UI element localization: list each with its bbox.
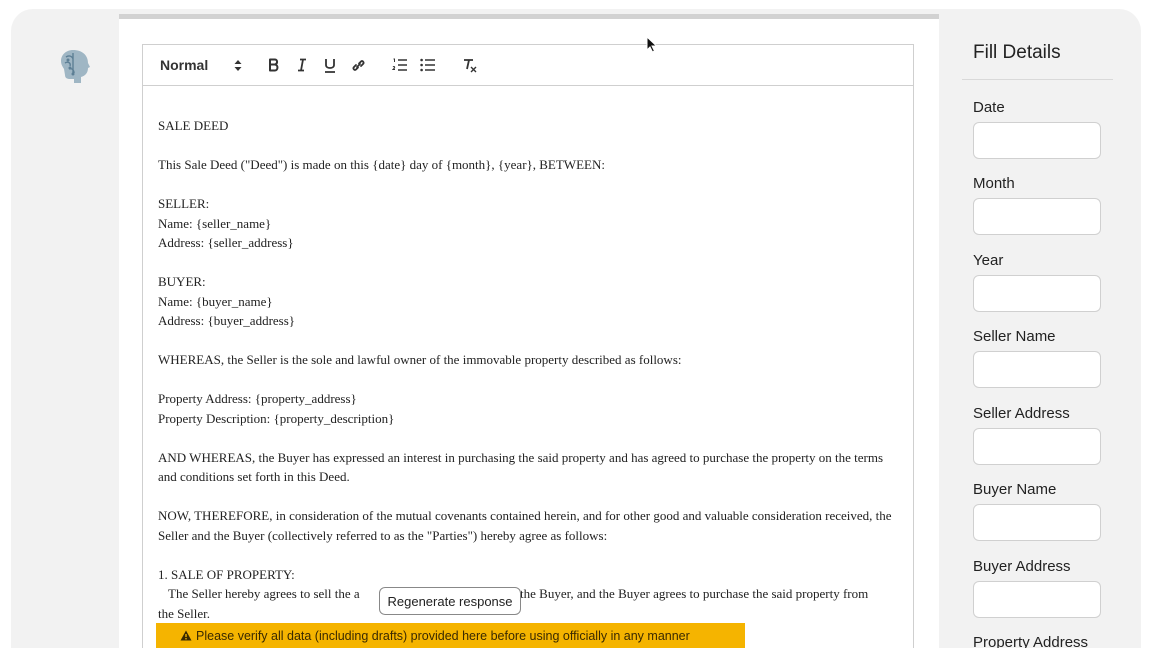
bullet-list-icon (420, 58, 435, 72)
buyer-name-input[interactable] (973, 504, 1101, 541)
side-panel-divider (962, 79, 1113, 80)
now-therefore-clause: NOW, THEREFORE, in consideration of the … (158, 508, 892, 543)
property-address-line: Property Address: {property_address} (158, 391, 357, 406)
section1-text-a: The Seller hereby agrees to sell the a (168, 586, 360, 601)
seller-heading: SELLER: (158, 196, 210, 211)
rich-text-editor[interactable]: Normal SALE DEED This Sale Deed ("Deed")… (142, 44, 914, 648)
format-select[interactable]: Normal (160, 57, 260, 73)
format-select-value: Normal (160, 57, 209, 73)
seller-address-line: Address: {seller_address} (158, 235, 294, 250)
section1-text-c: the Seller. (158, 605, 210, 621)
brain-logo-icon (61, 50, 90, 83)
bullet-list-button[interactable] (414, 53, 442, 77)
italic-button[interactable] (288, 53, 316, 77)
fill-details-panel: Fill Details Date Month Year Seller Name… (962, 0, 1132, 648)
and-whereas-clause: AND WHEREAS, the Buyer has expressed an … (158, 449, 884, 485)
document-content[interactable]: SALE DEED This Sale Deed ("Deed") is mad… (143, 86, 913, 623)
bold-icon (269, 58, 279, 72)
warning-icon (180, 630, 192, 641)
buyer-address-line: Address: {buyer_address} (158, 313, 296, 328)
ordered-list-icon (392, 58, 407, 71)
clear-format-icon (464, 58, 477, 72)
warning-text: Please verify all data (including drafts… (196, 628, 690, 643)
link-icon (352, 59, 364, 71)
seller-name-label: Seller Name (973, 328, 1056, 345)
underline-button[interactable] (316, 53, 344, 77)
buyer-name-line: Name: {buyer_name} (158, 293, 273, 309)
buyer-heading: BUYER: (158, 274, 206, 289)
document-area: Normal SALE DEED This Sale Deed ("Deed")… (119, 14, 939, 648)
year-label: Year (973, 252, 1004, 269)
link-button[interactable] (344, 53, 372, 77)
date-field-group: Date (973, 99, 1101, 159)
italic-icon (298, 58, 306, 72)
seller-name-input[interactable] (973, 351, 1101, 388)
seller-address-label: Seller Address (973, 405, 1070, 422)
date-label: Date (973, 99, 1005, 116)
property-description-line: Property Description: {property_descript… (158, 410, 395, 426)
underline-icon (325, 58, 335, 73)
doc-title: SALE DEED (158, 118, 229, 133)
regenerate-response-button[interactable]: Regenerate response (379, 587, 521, 615)
month-field-group: Month (973, 175, 1101, 235)
editor-toolbar: Normal (143, 45, 913, 86)
warning-banner: Please verify all data (including drafts… (156, 623, 745, 648)
section1-text-b: to the Buyer, and the Buyer agrees to pu… (506, 586, 869, 601)
ordered-list-button[interactable] (386, 53, 414, 77)
buyer-address-input[interactable] (973, 581, 1101, 618)
buyer-name-field-group: Buyer Name (973, 481, 1101, 541)
seller-address-input[interactable] (973, 428, 1101, 465)
seller-address-field-group: Seller Address (973, 405, 1101, 465)
side-panel-title: Fill Details (973, 42, 1061, 63)
mouse-cursor-icon (646, 36, 658, 53)
whereas-clause: WHEREAS, the Seller is the sole and lawf… (158, 352, 682, 367)
property-address-label: Property Address (973, 634, 1089, 648)
section1-text: The Seller hereby agrees to sell the a to… (158, 584, 898, 604)
bold-button[interactable] (260, 53, 288, 77)
date-input[interactable] (973, 122, 1101, 159)
doc-intro: This Sale Deed ("Deed") is made on this … (158, 157, 605, 172)
select-arrows-icon (234, 59, 242, 71)
buyer-address-field-group: Buyer Address (973, 558, 1101, 618)
property-address-field-group: Property Address (973, 634, 1101, 648)
buyer-address-label: Buyer Address (973, 558, 1071, 575)
section1-heading: 1. SALE OF PROPERTY: (158, 566, 295, 582)
seller-name-field-group: Seller Name (973, 328, 1101, 388)
month-input[interactable] (973, 198, 1101, 235)
year-input[interactable] (973, 275, 1101, 312)
buyer-name-label: Buyer Name (973, 481, 1057, 498)
month-label: Month (973, 175, 1015, 192)
clear-format-button[interactable] (456, 53, 484, 77)
seller-name-line: Name: {seller_name} (158, 215, 272, 231)
year-field-group: Year (973, 252, 1101, 312)
